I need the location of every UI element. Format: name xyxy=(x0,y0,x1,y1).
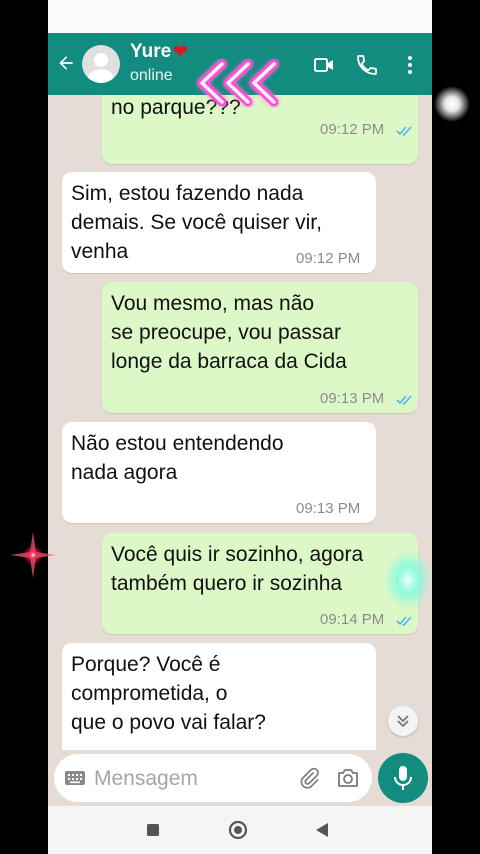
message-time: 09:13 PM xyxy=(296,500,361,517)
message-bubble-incoming[interactable]: Porque? Você é comprometida, o que o pov… xyxy=(62,643,376,750)
message-text: Você quis ir sozinho, agora também quero… xyxy=(111,543,364,595)
message-input[interactable] xyxy=(92,762,286,796)
phone-screen: Yure ❤ online no parque??? 09:12 PM Sim, … xyxy=(48,0,432,854)
status-bar xyxy=(48,0,432,33)
message-time: 09:13 PM xyxy=(320,390,385,407)
double-chevron-down-icon xyxy=(397,715,409,728)
message-text: Vou mesmo, mas não se preocupe, vou pass… xyxy=(111,292,347,373)
chat-area[interactable]: no parque??? 09:12 PM Sim, estou fazendo… xyxy=(48,95,432,750)
mic-button[interactable] xyxy=(378,753,428,803)
message-bubble-incoming[interactable]: Não estou entendendo nada agora 09:13 PM xyxy=(62,422,376,523)
contact-name[interactable]: Yure ❤ xyxy=(130,41,187,63)
message-bubble-outgoing[interactable]: Vou mesmo, mas não se preocupe, vou pass… xyxy=(102,282,418,413)
more-vert-icon[interactable] xyxy=(398,53,422,77)
system-nav-bar xyxy=(48,806,432,854)
glowing-arrows-sticker xyxy=(197,59,279,107)
message-time: 09:12 PM xyxy=(320,121,385,138)
phone-icon[interactable] xyxy=(355,53,379,77)
message-bubble-outgoing[interactable]: Você quis ir sozinho, agora também quero… xyxy=(102,533,418,634)
contact-status: online xyxy=(130,67,173,84)
white-glow-decoration xyxy=(434,86,470,122)
read-ticks-icon xyxy=(396,616,412,627)
message-composer xyxy=(54,754,372,802)
camera-icon[interactable] xyxy=(336,767,360,789)
avatar-placeholder-icon xyxy=(88,53,114,83)
scroll-to-bottom-button[interactable] xyxy=(388,706,418,736)
read-ticks-icon xyxy=(396,126,412,137)
message-text: Não estou entendendo nada agora xyxy=(71,432,284,484)
contact-name-text: Yure xyxy=(130,41,172,62)
heart-emoji: ❤ xyxy=(173,42,188,61)
message-time: 09:14 PM xyxy=(320,611,385,628)
back-arrow-icon[interactable] xyxy=(56,53,76,73)
recent-apps-icon[interactable] xyxy=(146,823,160,837)
attach-clip-icon[interactable] xyxy=(298,767,320,789)
message-text: Porque? Você é comprometida, o que o pov… xyxy=(71,653,266,734)
message-bubble-incoming[interactable]: Sim, estou fazendo nada demais. Se você … xyxy=(62,172,376,273)
home-icon[interactable] xyxy=(228,820,248,840)
message-time: 09:12 PM xyxy=(296,250,361,267)
read-ticks-icon xyxy=(396,395,412,406)
back-nav-icon[interactable] xyxy=(314,822,330,838)
keyboard-icon[interactable] xyxy=(64,769,86,787)
video-call-icon[interactable] xyxy=(312,53,336,77)
mic-icon xyxy=(394,766,412,790)
message-text: Sim, estou fazendo nada demais. Se você … xyxy=(71,182,322,263)
avatar[interactable] xyxy=(82,45,120,83)
red-sparkle-decoration xyxy=(10,532,56,578)
cyan-glow-decoration xyxy=(384,550,432,610)
